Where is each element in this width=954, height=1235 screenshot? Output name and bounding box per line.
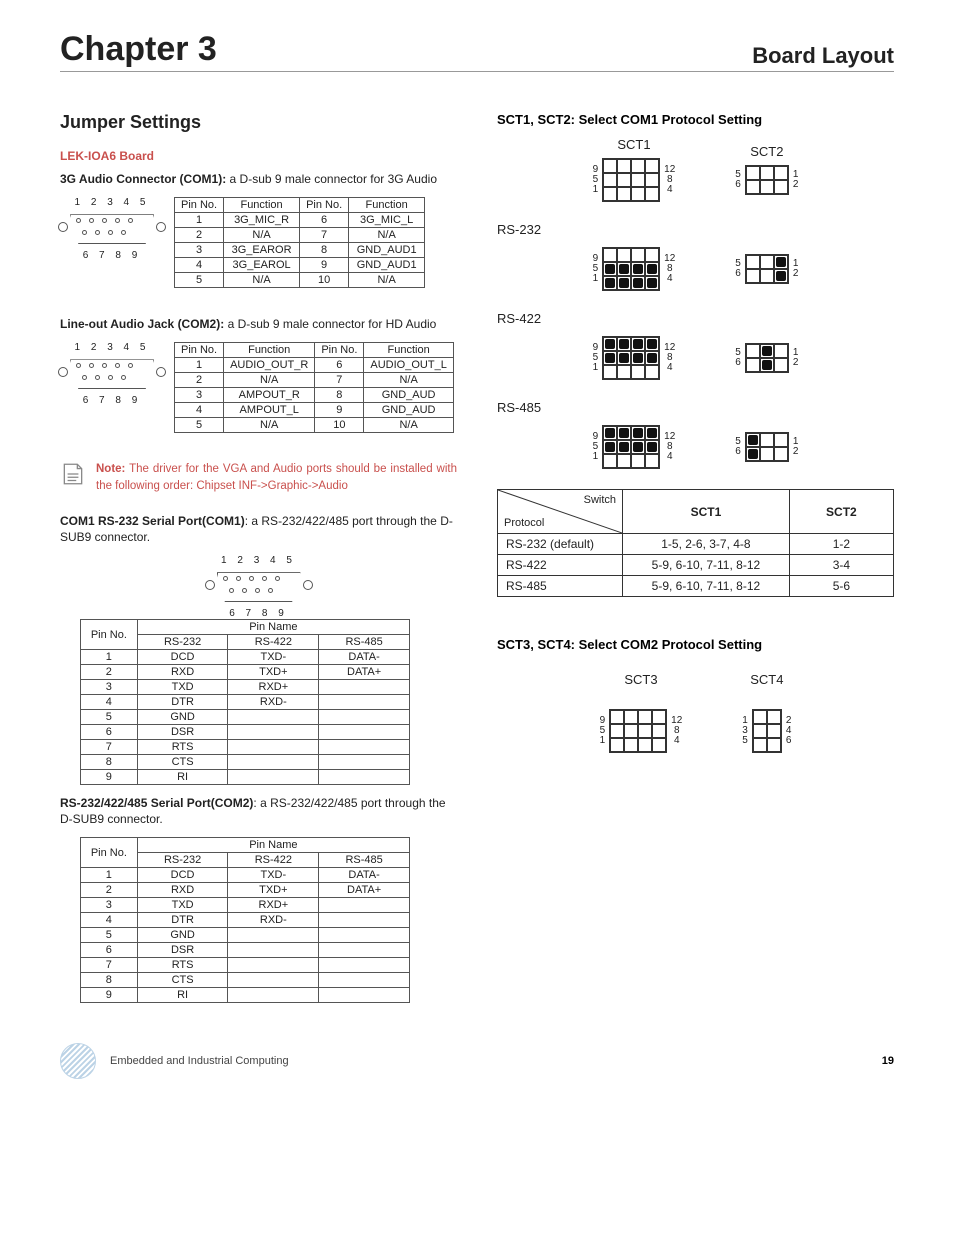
table-row: 4DTRRXD- — [81, 913, 410, 928]
rs232-label: RS-232 — [497, 222, 894, 237]
page-footer: Embedded and Industrial Computing 19 — [60, 1043, 894, 1079]
table-row: RS-4855-9, 6-10, 7-11, 8-125-6 — [498, 576, 894, 597]
sct2-rs232-diagram: 56 12 — [735, 254, 798, 284]
note-text: Note: The driver for the VGA and Audio p… — [96, 461, 457, 494]
table-row: 4AMPOUT_L9GND_AUD — [175, 403, 454, 418]
dsub9-diagram: 1 2 3 4 5 6 7 8 9 — [207, 555, 311, 619]
chapter-right-title: Board Layout — [752, 43, 894, 69]
table-row: 7RTS — [81, 958, 410, 973]
table-row: 5GND — [81, 710, 410, 725]
com1-audio-desc: 3G Audio Connector (COM1): a D-sub 9 mal… — [60, 171, 457, 187]
sct1-rs485-diagram: 951 1284 — [593, 425, 676, 469]
table-row: 3TXDRXD+ — [81, 680, 410, 695]
table-row: 6DSR — [81, 943, 410, 958]
table-row: RS-232 (default)1-5, 2-6, 3-7, 4-81-2 — [498, 534, 894, 555]
table-row: 33G_EAROR8GND_AUD1 — [175, 243, 425, 258]
globe-icon — [60, 1043, 96, 1079]
table-row: 2N/A7N/A — [175, 228, 425, 243]
dsub9-diagram: 1 2 3 4 5 6 7 8 9 — [60, 342, 164, 406]
com2-serial-table: Pin No.Pin Name RS-232RS-422RS-485 1DCDT… — [80, 837, 410, 1003]
table-row: 5GND — [81, 928, 410, 943]
note-block: Note: The driver for the VGA and Audio p… — [60, 461, 457, 494]
sct2-rs422-diagram: 56 12 — [735, 343, 798, 373]
com2-audio-desc: Line-out Audio Jack (COM2): a D-sub 9 ma… — [60, 316, 457, 332]
table-row: 2N/A7N/A — [175, 373, 454, 388]
left-column: Jumper Settings LEK-IOA6 Board 3G Audio … — [60, 112, 457, 1013]
com2-audio-title: Line-out Audio Jack (COM2): — [60, 317, 224, 331]
chapter-title: Chapter 3 — [60, 30, 217, 69]
board-name: LEK-IOA6 Board — [60, 149, 457, 163]
footer-text: Embedded and Industrial Computing — [110, 1055, 289, 1067]
sct1-rs232-diagram: 951 1284 — [593, 247, 676, 291]
page-number: 19 — [882, 1055, 894, 1067]
com2-audio-table: Pin No. Function Pin No. Function 1AUDIO… — [174, 342, 454, 433]
com1-audio-table: Pin No. Function Pin No. Function 13G_MI… — [174, 197, 425, 288]
table-row: 43G_EAROL9GND_AUD1 — [175, 258, 425, 273]
note-icon — [60, 461, 86, 490]
com2-serial-desc: RS-232/422/485 Serial Port(COM2): a RS-2… — [60, 795, 457, 827]
table-row: 9RI — [81, 770, 410, 785]
table-row: 5N/A10N/A — [175, 273, 425, 288]
sct12-heading: SCT1, SCT2: Select COM1 Protocol Setting — [497, 112, 894, 127]
page-header: Chapter 3 Board Layout — [60, 30, 894, 72]
sct1-rs422-diagram: 951 1284 — [593, 336, 676, 380]
sct4-diagram: SCT4 135 246 — [742, 672, 791, 753]
sct2-default-diagram: SCT2 56 12 — [735, 144, 798, 195]
table-row: 9RI — [81, 988, 410, 1003]
sct1-default-diagram: SCT1 951 1284 — [593, 137, 676, 202]
rs485-label: RS-485 — [497, 400, 894, 415]
section-title: Jumper Settings — [60, 112, 457, 133]
table-row: 4DTRRXD- — [81, 695, 410, 710]
dsub9-diagram: 1 2 3 4 5 6 7 8 9 — [60, 197, 164, 261]
sct34-heading: SCT3, SCT4: Select COM2 Protocol Setting — [497, 637, 894, 652]
table-row: 2RXDTXD+DATA+ — [81, 883, 410, 898]
table-row: 6DSR — [81, 725, 410, 740]
table-row: 3AMPOUT_R8GND_AUD — [175, 388, 454, 403]
diag-header: Switch Protocol — [498, 490, 623, 534]
table-row: RS-4225-9, 6-10, 7-11, 8-123-4 — [498, 555, 894, 576]
table-row: 2RXDTXD+DATA+ — [81, 665, 410, 680]
table-row: 1DCDTXD-DATA- — [81, 868, 410, 883]
table-row: 5N/A10N/A — [175, 418, 454, 433]
rs422-label: RS-422 — [497, 311, 894, 326]
right-column: SCT1, SCT2: Select COM1 Protocol Setting… — [497, 112, 894, 1013]
table-row: 8CTS — [81, 973, 410, 988]
table-row: 3TXDRXD+ — [81, 898, 410, 913]
table-row: 13G_MIC_R63G_MIC_L — [175, 213, 425, 228]
com1-serial-desc: COM1 RS-232 Serial Port(COM1): a RS-232/… — [60, 513, 457, 545]
sct2-rs485-diagram: 56 12 — [735, 432, 798, 462]
table-row: 1DCDTXD-DATA- — [81, 650, 410, 665]
table-row: 8CTS — [81, 755, 410, 770]
com1-serial-table: Pin No.Pin Name RS-232RS-422RS-485 1DCDT… — [80, 619, 410, 785]
protocol-table: Switch Protocol SCT1 SCT2 RS-232 (defaul… — [497, 489, 894, 597]
table-row: 7RTS — [81, 740, 410, 755]
sct3-diagram: SCT3 951 1284 — [600, 672, 683, 753]
com1-audio-title: 3G Audio Connector (COM1): — [60, 172, 226, 186]
table-row: 1AUDIO_OUT_R6AUDIO_OUT_L — [175, 358, 454, 373]
